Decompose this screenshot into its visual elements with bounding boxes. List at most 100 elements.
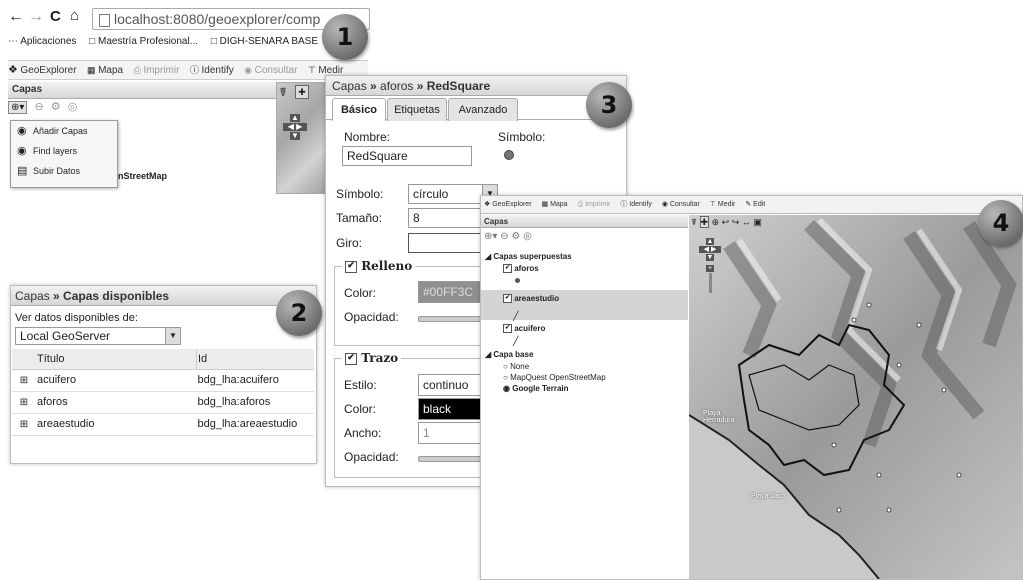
simbolo-preview-label: Símbolo: (498, 130, 546, 144)
layer-checkbox[interactable]: ✔ (503, 264, 512, 274)
expand-plus-icon[interactable]: ⊞ (12, 413, 36, 435)
forward-icon[interactable]: ↪ (732, 217, 740, 227)
radio-icon[interactable]: ○ (503, 362, 508, 371)
reload-icon[interactable]: C (50, 8, 61, 25)
edit-menu-button[interactable]: Edit (753, 196, 765, 213)
menu-label: Añadir Capas (33, 126, 88, 136)
gauge-point (886, 507, 892, 513)
tab-etiquetas[interactable]: Etiquetas (387, 98, 447, 121)
relleno-opacidad-slider[interactable] (418, 316, 486, 322)
tree-group-base[interactable]: ◢ Capa base (485, 350, 533, 359)
menu-item-anadir-capas[interactable]: ◉ Añadir Capas (11, 121, 117, 141)
relleno-checkbox[interactable]: ✔ (345, 260, 357, 273)
pan-zoom-control[interactable]: ▲ ◀ ▶ ▼ + (699, 237, 721, 297)
giro-input[interactable] (408, 233, 483, 253)
extent-icon[interactable]: ▣ (753, 217, 762, 227)
breadcrumb-aforos[interactable]: aforos (380, 79, 413, 93)
table-row[interactable]: ⊞ areaestudio bdg_lha:areaestudio (12, 413, 314, 435)
tree-layer-areaestudio[interactable]: ✔ areaestudio (503, 294, 559, 304)
map-canvas[interactable]: ☤ ✚ ⊕ ↩ ↪ ↔ ▣ ▲ ◀ ▶ ▼ + Playa Herradura … (689, 215, 1022, 579)
column-header-id[interactable]: Id (197, 349, 315, 369)
ancho-input[interactable]: 1 (418, 422, 488, 444)
mapa-menu-button[interactable]: Mapa (98, 62, 123, 79)
tree-group-overlays[interactable]: ◢ Capas superpuestas (485, 252, 572, 261)
identify-button[interactable]: Identify (629, 196, 652, 213)
layer-checkbox[interactable]: ✔ (503, 324, 512, 334)
nombre-input[interactable]: RedSquare (342, 146, 472, 166)
zoom-in-icon[interactable]: ⊕ (712, 217, 720, 227)
aforos-symbol-icon (515, 278, 520, 283)
geoexplorer-button[interactable]: GeoExplorer (492, 196, 531, 213)
pan-icon[interactable]: ☤ (691, 217, 697, 227)
medir-menu-button[interactable]: Medir (718, 196, 736, 213)
column-header-titulo[interactable]: Título (36, 349, 197, 369)
base-layer-none[interactable]: ○ None (503, 362, 529, 371)
wrench-icon[interactable]: ⚙ (511, 231, 520, 242)
base-layer-google-terrain[interactable]: ◉ Google Terrain (503, 384, 569, 393)
source-select[interactable]: Local GeoServer ▼ (15, 327, 181, 345)
radio-icon[interactable]: ○ (503, 373, 508, 382)
identify-button[interactable]: Identify (201, 62, 233, 79)
measure-icon[interactable]: ↔ (742, 217, 751, 227)
relleno-color-input[interactable]: #00FF3C (418, 281, 488, 303)
layer-checkbox[interactable]: ✔ (503, 294, 512, 304)
trazo-opacidad-label: Opacidad: (344, 450, 399, 464)
breadcrumb-current: Capas disponibles (63, 289, 170, 303)
gauge-point (866, 302, 872, 308)
back-icon[interactable]: ↩ (722, 217, 730, 227)
table-row[interactable]: ⊞ aforos bdg_lha:aforos (12, 391, 314, 413)
apps-icon[interactable]: ⋯ (8, 36, 18, 47)
imprimir-button[interactable]: Imprimir (585, 196, 610, 213)
expand-plus-icon[interactable]: ⊞ (12, 391, 36, 413)
globe-icon[interactable]: ◎ (68, 101, 78, 113)
pan-arrows-icon[interactable]: ▲ ◀ ▶ ▼ (283, 113, 307, 153)
menu-item-find-layers[interactable]: ◉ Find layers (11, 141, 117, 161)
tamano-input[interactable]: 8 (408, 208, 483, 228)
menu-item-subir-datos[interactable]: ▤ Subir Datos (11, 161, 117, 181)
print-icon: ⎙ (133, 65, 141, 75)
map-preview-small[interactable]: ☤ ✚ ▲ ◀ ▶ ▼ (276, 82, 330, 194)
bookmark-apps[interactable]: Aplicaciones (20, 36, 76, 47)
radio-selected-icon[interactable]: ◉ (503, 384, 510, 393)
binoculars-icon: ◉ (661, 201, 668, 208)
trazo-opacidad-slider[interactable] (418, 456, 486, 462)
consultar-button[interactable]: Consultar (670, 196, 700, 213)
remove-layer-icon[interactable]: ⊖ (500, 231, 508, 242)
tree-layer-acuifero[interactable]: ✔ acuifero (503, 324, 545, 334)
tree-layer-aforos[interactable]: ✔ aforos (503, 264, 539, 274)
pan-icon[interactable]: ☤ (279, 85, 287, 99)
imprimir-button[interactable]: Imprimir (143, 62, 179, 79)
globe-icon[interactable]: ◎ (523, 231, 532, 242)
wrench-icon[interactable]: ⚙ (51, 101, 61, 113)
bookmark-digh[interactable]: DIGH-SENARA BASE (220, 36, 318, 47)
bookmark-maestria[interactable]: Maestría Profesional... (98, 36, 198, 47)
table-row[interactable]: ⊞ acuifero bdg_lha:acuifero (12, 369, 314, 391)
geoexplorer-button[interactable]: GeoExplorer (20, 62, 76, 79)
base-layer-mapquest[interactable]: ○ MapQuest OpenStreetMap (503, 373, 606, 382)
chevron-down-icon[interactable]: ▼ (165, 328, 180, 344)
back-arrow-icon[interactable]: ← (8, 8, 24, 26)
breadcrumb-capas[interactable]: Capas (15, 289, 50, 303)
breadcrumb-capas[interactable]: Capas (332, 79, 367, 93)
browser-nav-bar: ← → C ⌂ localhost:8080/geoexplorer/comp (8, 7, 370, 30)
tab-avanzado[interactable]: Avanzado (448, 98, 518, 121)
consultar-button[interactable]: Consultar (255, 62, 298, 79)
mapa-menu-button[interactable]: Mapa (550, 196, 568, 213)
osm-layer-label[interactable]: nStreetMap (118, 171, 167, 181)
home-icon[interactable]: ⌂ (70, 7, 79, 24)
add-layer-icon[interactable]: ⊕▾ (484, 231, 497, 242)
zoom-box-icon[interactable]: ✚ (295, 85, 309, 99)
tab-basico[interactable]: Básico (332, 98, 386, 121)
folder-icon: □ (210, 36, 217, 47)
trazo-color-input[interactable]: black (418, 398, 488, 420)
info-icon: ⓘ (189, 65, 199, 75)
estilo-select[interactable]: continuo (418, 374, 488, 396)
expand-plus-icon[interactable]: ⊞ (12, 369, 36, 391)
trazo-checkbox[interactable]: ✔ (345, 352, 357, 365)
zoom-box-icon[interactable]: ✚ (699, 216, 710, 228)
remove-layer-icon[interactable]: ⊖ (34, 101, 43, 113)
row-id: bdg_lha:areaestudio (197, 418, 298, 430)
browser-window: ← → C ⌂ localhost:8080/geoexplorer/comp … (0, 0, 370, 200)
forward-arrow-icon[interactable]: → (28, 8, 44, 26)
add-layer-icon[interactable]: ⊕▾ (8, 101, 28, 114)
